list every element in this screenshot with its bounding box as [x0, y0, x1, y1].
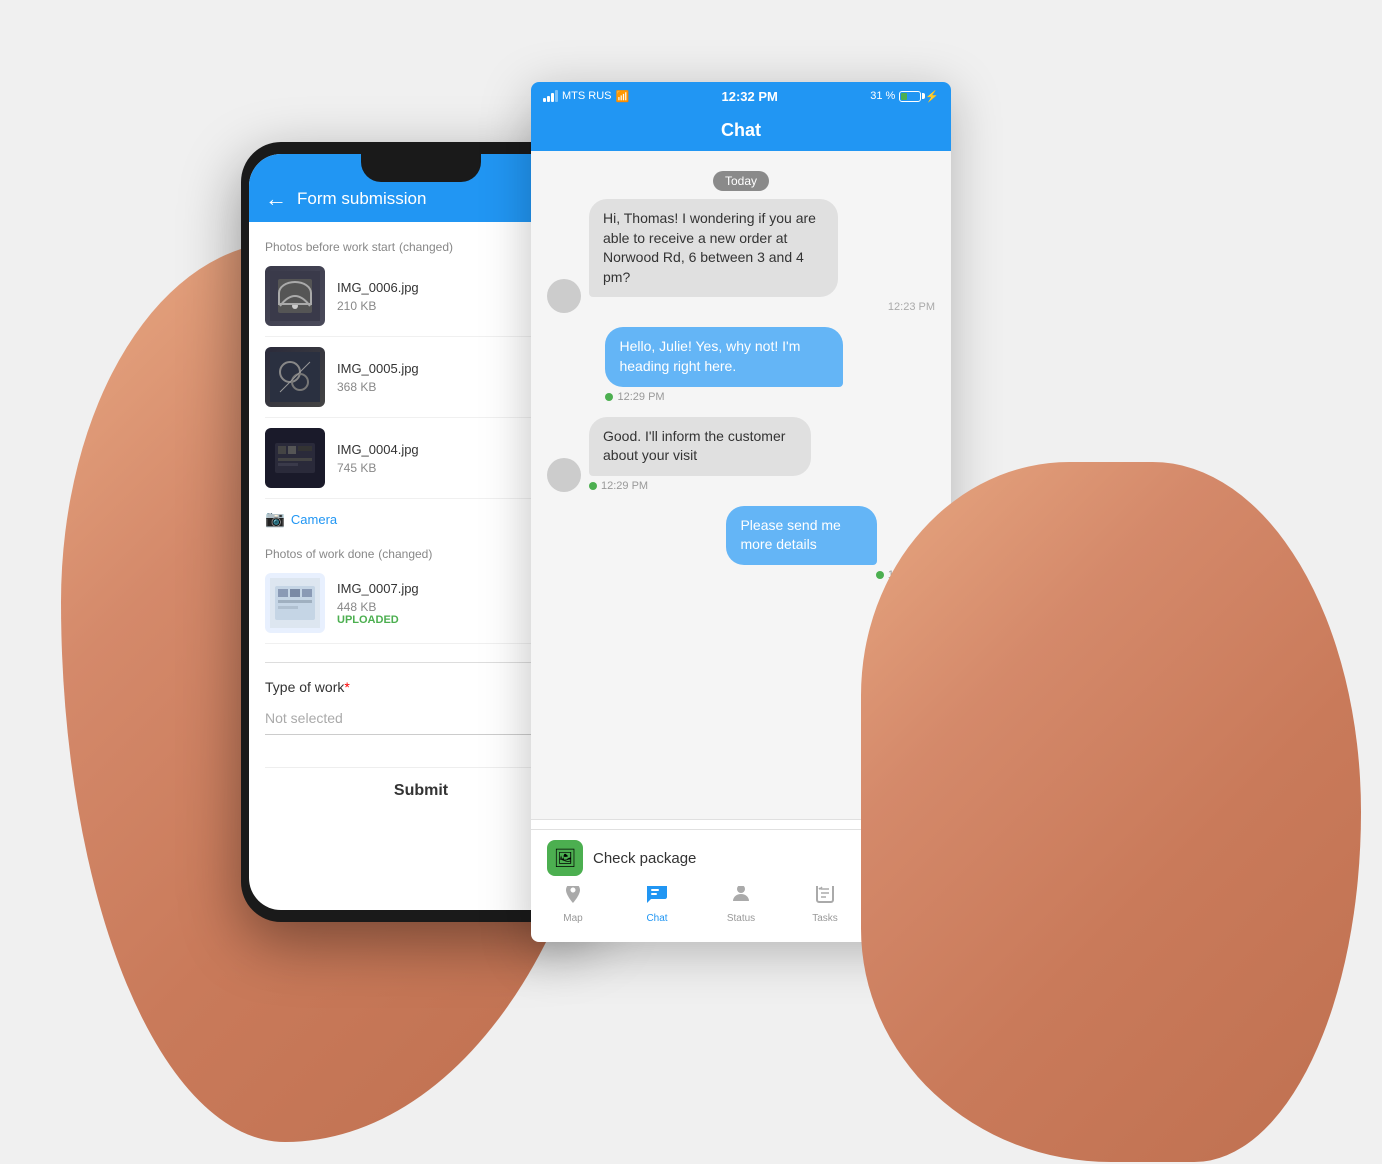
message-status: 12:29 PM: [605, 391, 935, 403]
camera-icon: 📷: [265, 509, 285, 529]
message-bubble-received: Good. I'll inform the customer about you…: [589, 417, 897, 492]
back-button[interactable]: ←: [265, 186, 287, 212]
message-time: 12:29 PM: [601, 480, 648, 492]
check-package-label: Check package: [593, 850, 696, 867]
status-time: 12:32 PM: [722, 89, 778, 104]
file-info: IMG_0007.jpg 448 KB UPLOADED: [337, 581, 560, 626]
select-placeholder: Not selected: [265, 710, 343, 726]
wifi-icon: 📶: [616, 90, 630, 103]
main-scene: ← Form submission Photos before work sta…: [141, 82, 1241, 1082]
chat-header: Chat: [531, 110, 951, 151]
online-dot-icon: [605, 393, 613, 401]
message-row: Please send me more details 12:29 PM: [547, 506, 935, 581]
file-size: 448 KB: [337, 600, 560, 614]
chat-title: Chat: [547, 120, 935, 141]
message-bubble-received: Hi, Thomas! I wondering if you are able …: [589, 199, 935, 313]
message-row: Hello, Julie! Yes, why not! I'm heading …: [547, 327, 935, 402]
file-thumbnail: [265, 428, 325, 488]
tab-tasks[interactable]: Tasks: [783, 881, 867, 924]
file-thumbnail: [265, 347, 325, 407]
form-title: Form submission: [297, 189, 426, 209]
message-time: 12:23 PM: [589, 301, 935, 313]
upload-status: UPLOADED: [337, 614, 560, 626]
phone-notch: [361, 154, 481, 182]
message-text: Hi, Thomas! I wondering if you are able …: [589, 199, 838, 297]
message-time: 12:29 PM: [617, 391, 664, 403]
tab-status[interactable]: Status: [699, 881, 783, 924]
status-bar: MTS RUS 📶 12:32 PM 31 % ⚡: [531, 82, 951, 110]
message-status: 12:29 PM: [589, 480, 897, 492]
avatar: [547, 279, 581, 313]
file-thumbnail: [265, 266, 325, 326]
tab-tasks-label: Tasks: [812, 913, 838, 924]
hand-right: [861, 462, 1361, 1162]
carrier-label: MTS RUS: [562, 90, 612, 102]
battery-percent: 31 %: [870, 90, 895, 102]
online-dot-icon: [589, 482, 597, 490]
avatar: [547, 458, 581, 492]
status-right: 31 % ⚡: [870, 90, 939, 103]
tab-chat[interactable]: Chat: [615, 881, 699, 924]
package-icon: 🖼: [547, 840, 583, 876]
message-text: Hello, Julie! Yes, why not! I'm heading …: [605, 327, 842, 386]
camera-label: Camera: [291, 512, 337, 527]
message-row: Good. I'll inform the customer about you…: [547, 417, 935, 492]
battery-icon: [899, 91, 921, 102]
tab-status-label: Status: [727, 913, 755, 924]
file-name: IMG_0007.jpg: [337, 581, 560, 596]
signal-bars-icon: [543, 90, 558, 102]
message-text: Good. I'll inform the customer about you…: [589, 417, 811, 476]
date-badge: Today: [547, 171, 935, 191]
message-bubble-sent: Hello, Julie! Yes, why not! I'm heading …: [605, 327, 935, 402]
lightning-icon: ⚡: [925, 90, 939, 103]
status-left: MTS RUS 📶: [543, 90, 629, 103]
online-dot-icon: [876, 571, 884, 579]
tab-map-label: Map: [563, 913, 582, 924]
message-row: Hi, Thomas! I wondering if you are able …: [547, 199, 935, 313]
message-text: Please send me more details: [726, 506, 876, 565]
file-thumbnail: [265, 573, 325, 633]
tab-chat-label: Chat: [646, 913, 667, 924]
gallery-icon: 🖼: [554, 848, 577, 869]
tab-map[interactable]: Map: [531, 881, 615, 924]
